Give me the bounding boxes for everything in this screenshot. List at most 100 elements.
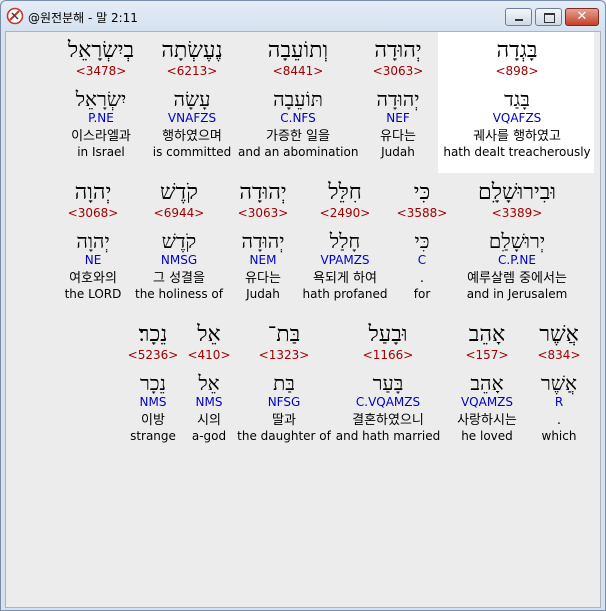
korean-gloss: . xyxy=(419,271,425,286)
hebrew-word: בַּת־ xyxy=(267,322,301,347)
hebrew-word: וּבִירוּשָׁלִָם xyxy=(477,180,557,205)
english-gloss: he loved xyxy=(461,429,513,443)
close-icon: ✕ xyxy=(576,9,588,24)
strong-number: <1166> xyxy=(362,348,414,362)
hebrew-word: אָהֵב xyxy=(468,322,506,347)
english-gloss: hath dealt treacherously xyxy=(443,145,591,159)
english-gloss: the daughter of xyxy=(237,429,331,443)
word-cell[interactable]: כִּי <3588> כִּי C . for xyxy=(392,180,452,302)
morphology-code: NE xyxy=(84,253,102,267)
english-gloss: is committed xyxy=(152,145,232,159)
morphology-code: C xyxy=(417,253,427,267)
close-button[interactable]: ✕ xyxy=(565,8,599,26)
strong-number: <3063> xyxy=(237,206,289,220)
hebrew-lemma: אָהֵב xyxy=(470,371,504,395)
hebrew-word: בְיִשְׂרָאֵל xyxy=(67,38,135,63)
hebrew-lemma: כִּי xyxy=(414,229,430,253)
morphology-code: VQAFZS xyxy=(492,111,542,125)
hebrew-word: בָּגְדָה xyxy=(496,38,538,63)
korean-gloss: 여호와의 xyxy=(69,271,117,286)
word-cell[interactable]: יְהוּדָה <3063> יְהוּדָה NEF 유다는 Judah xyxy=(358,38,438,160)
word-cell[interactable]: בַּת־ <1323> בַּת NFSG 딸과 the daughter o… xyxy=(234,322,334,444)
korean-gloss: 예루살렘 중에서는 xyxy=(467,271,567,286)
korean-gloss: 그 성결을 xyxy=(153,271,205,286)
english-gloss: Judah xyxy=(246,287,280,301)
hebrew-lemma: אֲשֶׁר xyxy=(541,371,577,395)
korean-gloss: 이스라엘과 xyxy=(71,129,131,144)
word-cell[interactable]: נֶעֶשְׂתָה <6213> עָשָׂה VNAFZS 행하였으며 is… xyxy=(146,38,238,160)
hebrew-lemma: תּוֹעֵבָה xyxy=(273,87,323,111)
strong-number: <5236> xyxy=(127,348,179,362)
maximize-button[interactable] xyxy=(535,8,562,26)
strong-number: <3588> xyxy=(396,206,448,220)
minimize-button[interactable] xyxy=(505,8,532,26)
word-cell[interactable]: אֵל <410> אֵל NMS 시의 a-god xyxy=(184,322,234,444)
hebrew-word: אֵל xyxy=(197,322,221,347)
hebrew-word: כִּי xyxy=(413,180,431,205)
hebrew-lemma: נֵכָר xyxy=(139,371,167,395)
strong-number: <410> xyxy=(187,348,231,362)
strong-number: <6213> xyxy=(166,64,218,78)
morphology-code: C.P.NE xyxy=(498,253,536,267)
morphology-code: VQAMZS xyxy=(460,395,514,409)
english-gloss: hath profaned xyxy=(302,287,388,301)
word-cell[interactable]: יְהוּדָה <3063> יְהוּדָה NEM 유다는 Judah xyxy=(228,180,298,302)
word-cell[interactable]: אָהֵב <157> אָהֵב VQAMZS 사랑하시는 he loved xyxy=(442,322,532,444)
hebrew-lemma: עָשָׂה xyxy=(173,87,211,111)
korean-gloss: 가증한 일을 xyxy=(266,129,330,144)
hebrew-word: וּבָעַל xyxy=(368,322,408,347)
strong-number: <157> xyxy=(465,348,509,362)
hebrew-word: אֲשֶׁר xyxy=(539,322,579,347)
strong-number: <8441> xyxy=(272,64,324,78)
korean-gloss: 유다는 xyxy=(380,129,416,144)
strong-number: <6944> xyxy=(153,206,205,220)
word-cell[interactable]: יְהוָה <3068> יְהוָה NE 여호와의 the LORD xyxy=(56,180,130,302)
word-cell[interactable]: וּבָעַל <1166> בָּעַר C.VQAMZS 결혼하였으니 an… xyxy=(334,322,442,444)
hebrew-lemma: יִשְׂרָאֵל xyxy=(75,87,127,111)
window-title: @원전분해 - 말 2:11 xyxy=(28,11,138,25)
strong-number: <3068> xyxy=(67,206,119,220)
morphology-code: NMSG xyxy=(160,253,198,267)
korean-gloss: 결혼하였으니 xyxy=(352,413,424,428)
hebrew-word: וְתוֹעֵבָה xyxy=(267,38,329,63)
word-cell[interactable]: אֲשֶׁר <834> אֲשֶׁר R . which xyxy=(532,322,586,444)
hebrew-lemma: בַּת xyxy=(273,371,295,395)
hebrew-word: נֶעֶשְׂתָה xyxy=(161,38,223,63)
english-gloss: the LORD xyxy=(64,287,122,301)
word-cell[interactable]: בְיִשְׂרָאֵל <3478> יִשְׂרָאֵל P.NE 이스라엘… xyxy=(56,38,146,160)
hebrew-word: יְהוּדָה xyxy=(239,180,287,205)
morphology-code: VNAFZS xyxy=(167,111,217,125)
word-cell[interactable]: וְתוֹעֵבָה <8441> תּוֹעֵבָה C.NFS 가증한 일을… xyxy=(238,38,358,160)
word-cell[interactable]: וּבִירוּשָׁלִָם <3389> יְרוּשָׁלִַם C.P.… xyxy=(452,180,582,302)
english-gloss: strange xyxy=(130,429,176,443)
word-cell[interactable]: קֹדֶשׁ <6944> קֹדֶשׁ NMSG 그 성결을 the holi… xyxy=(130,180,228,302)
korean-gloss: 이방 xyxy=(141,413,165,428)
app-window: @원전분해 - 말 2:11 ✕ בָּגְדָה <898> בָּגַד V… xyxy=(0,0,606,611)
morphology-code: NEM xyxy=(249,253,277,267)
english-gloss: the holiness of xyxy=(135,287,223,301)
hebrew-lemma: קֹדֶשׁ xyxy=(161,229,197,253)
morphology-code: R xyxy=(554,395,564,409)
korean-gloss: 욕되게 하여 xyxy=(313,271,377,286)
word-cell[interactable]: בָּגְדָה <898> בָּגַד VQAFZS 궤사를 행하였고 ha… xyxy=(442,38,592,160)
hebrew-word: חִלֵּל xyxy=(328,180,362,205)
title-bar[interactable]: @원전분해 - 말 2:11 ✕ xyxy=(1,1,605,31)
strong-number: <1323> xyxy=(258,348,310,362)
analysis-panel: בָּגְדָה <898> בָּגַד VQAFZS 궤사를 행하였고 ha… xyxy=(5,31,601,608)
korean-gloss: . xyxy=(556,413,562,428)
korean-gloss: 딸과 xyxy=(272,413,296,428)
hebrew-lemma: יְהוָה xyxy=(76,229,110,253)
hebrew-lemma: בָּעַר xyxy=(372,371,404,395)
hebrew-lemma: חָלַל xyxy=(329,229,361,253)
english-gloss: Judah xyxy=(381,145,415,159)
strong-number: <3063> xyxy=(372,64,424,78)
hebrew-lemma: אֵל xyxy=(198,371,220,395)
word-cell[interactable]: חִלֵּל <2490> חָלַל VPAMZS 욕되게 하여 hath p… xyxy=(298,180,392,302)
strong-number: <3389> xyxy=(491,206,543,220)
word-cell[interactable]: נֵכָר׃ <5236> נֵכָר NMS 이방 strange xyxy=(122,322,184,444)
strong-number: <3478> xyxy=(75,64,127,78)
korean-gloss: 궤사를 행하였고 xyxy=(473,129,561,144)
strong-number: <2490> xyxy=(319,206,371,220)
english-gloss: for xyxy=(413,287,431,301)
korean-gloss: 시의 xyxy=(197,413,221,428)
